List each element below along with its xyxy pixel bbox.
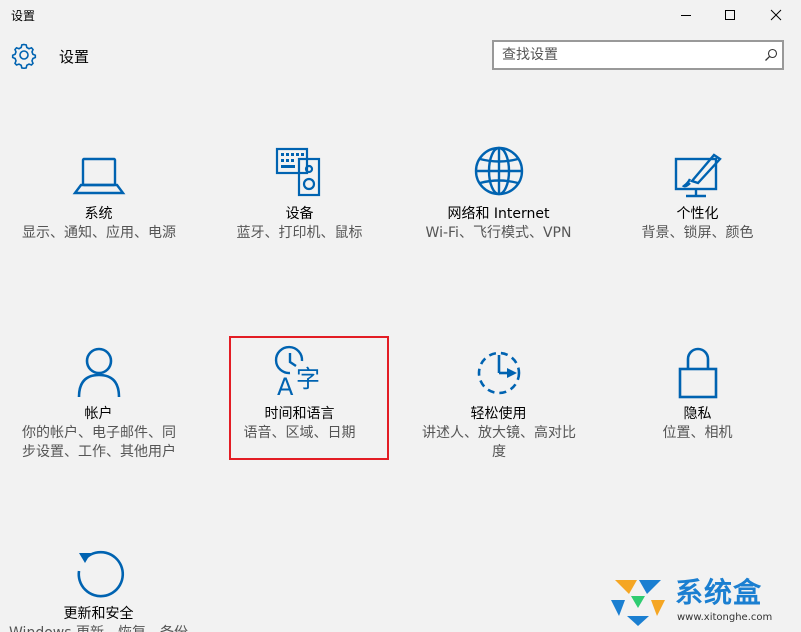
watermark: 系统盒 www.xitonghe.com	[607, 570, 797, 630]
svg-text:A: A	[277, 373, 294, 401]
page-title: 设置	[59, 48, 90, 66]
globe-icon	[474, 146, 523, 196]
tile-accounts[interactable]: 帐户 你的帐户、电子邮件、同步设置、工作、其他用户	[6, 345, 191, 485]
window-title: 设置	[11, 9, 36, 23]
xitonghe-logo-icon	[611, 580, 665, 626]
ease-of-access-icon	[477, 351, 520, 395]
tile-network[interactable]: 网络和 Internet Wi-Fi、飞行模式、VPN	[406, 145, 591, 275]
tile-update-security[interactable]: 更新和安全 Windows 更新、恢复、备份	[6, 545, 191, 632]
tile-title: 个性化	[676, 206, 719, 222]
search-box[interactable]	[492, 40, 784, 70]
laptop-icon	[72, 157, 125, 195]
tile-description: 讲述人、放大镜、高对比度	[422, 425, 576, 460]
paint-monitor-icon	[674, 153, 722, 198]
tile-title: 帐户	[84, 406, 113, 422]
tile-title: 隐私	[683, 406, 712, 422]
tile-description: Windows 更新、恢复、备份	[6, 624, 191, 632]
tile-ease-of-access[interactable]: 轻松使用 讲述人、放大镜、高对比度	[406, 345, 591, 475]
tile-personalization[interactable]: 个性化 背景、锁屏、颜色	[605, 145, 790, 275]
watermark-brand: 系统盒	[675, 576, 763, 609]
person-icon	[77, 347, 120, 398]
watermark-url: www.xitonghe.com	[677, 612, 773, 623]
tile-privacy[interactable]: 隐私 位置、相机	[605, 345, 790, 465]
close-icon	[770, 9, 782, 21]
tile-time-language[interactable]: A 字 时间和语言 语音、区域、日期	[207, 345, 392, 465]
tile-title: 网络和 Internet	[447, 206, 550, 222]
minimize-icon	[681, 15, 691, 16]
tile-title: 时间和语言	[264, 406, 335, 422]
tile-description: 位置、相机	[662, 425, 733, 441]
search-input[interactable]	[494, 42, 754, 68]
tile-devices[interactable]: 设备 蓝牙、打印机、鼠标	[207, 145, 392, 275]
title-bar: 设置	[0, 0, 801, 30]
keyboard-speaker-icon	[275, 147, 320, 197]
minimize-button[interactable]	[663, 0, 709, 30]
tile-title: 系统	[84, 206, 113, 222]
gear-icon	[11, 43, 37, 69]
tile-description: 语音、区域、日期	[243, 425, 356, 441]
lock-icon	[678, 347, 717, 399]
svg-text:字: 字	[296, 365, 320, 393]
search-icon[interactable]	[764, 48, 778, 62]
maximize-icon	[725, 10, 735, 20]
tile-description: 显示、通知、应用、电源	[22, 225, 176, 241]
clock-language-icon: A 字	[274, 345, 320, 401]
close-button[interactable]	[753, 0, 799, 30]
tile-description: 你的帐户、电子邮件、同步设置、工作、其他用户	[22, 425, 176, 460]
tile-description: 背景、锁屏、颜色	[641, 225, 754, 241]
tile-description: Wi-Fi、飞行模式、VPN	[425, 225, 572, 241]
refresh-icon	[76, 550, 124, 598]
tile-title: 轻松使用	[470, 406, 527, 422]
tile-system[interactable]: 系统 显示、通知、应用、电源	[6, 145, 191, 275]
maximize-button[interactable]	[707, 0, 753, 30]
tile-title: 设备	[285, 206, 314, 222]
tile-description: 蓝牙、打印机、鼠标	[236, 225, 363, 241]
tile-title: 更新和安全	[63, 606, 134, 622]
